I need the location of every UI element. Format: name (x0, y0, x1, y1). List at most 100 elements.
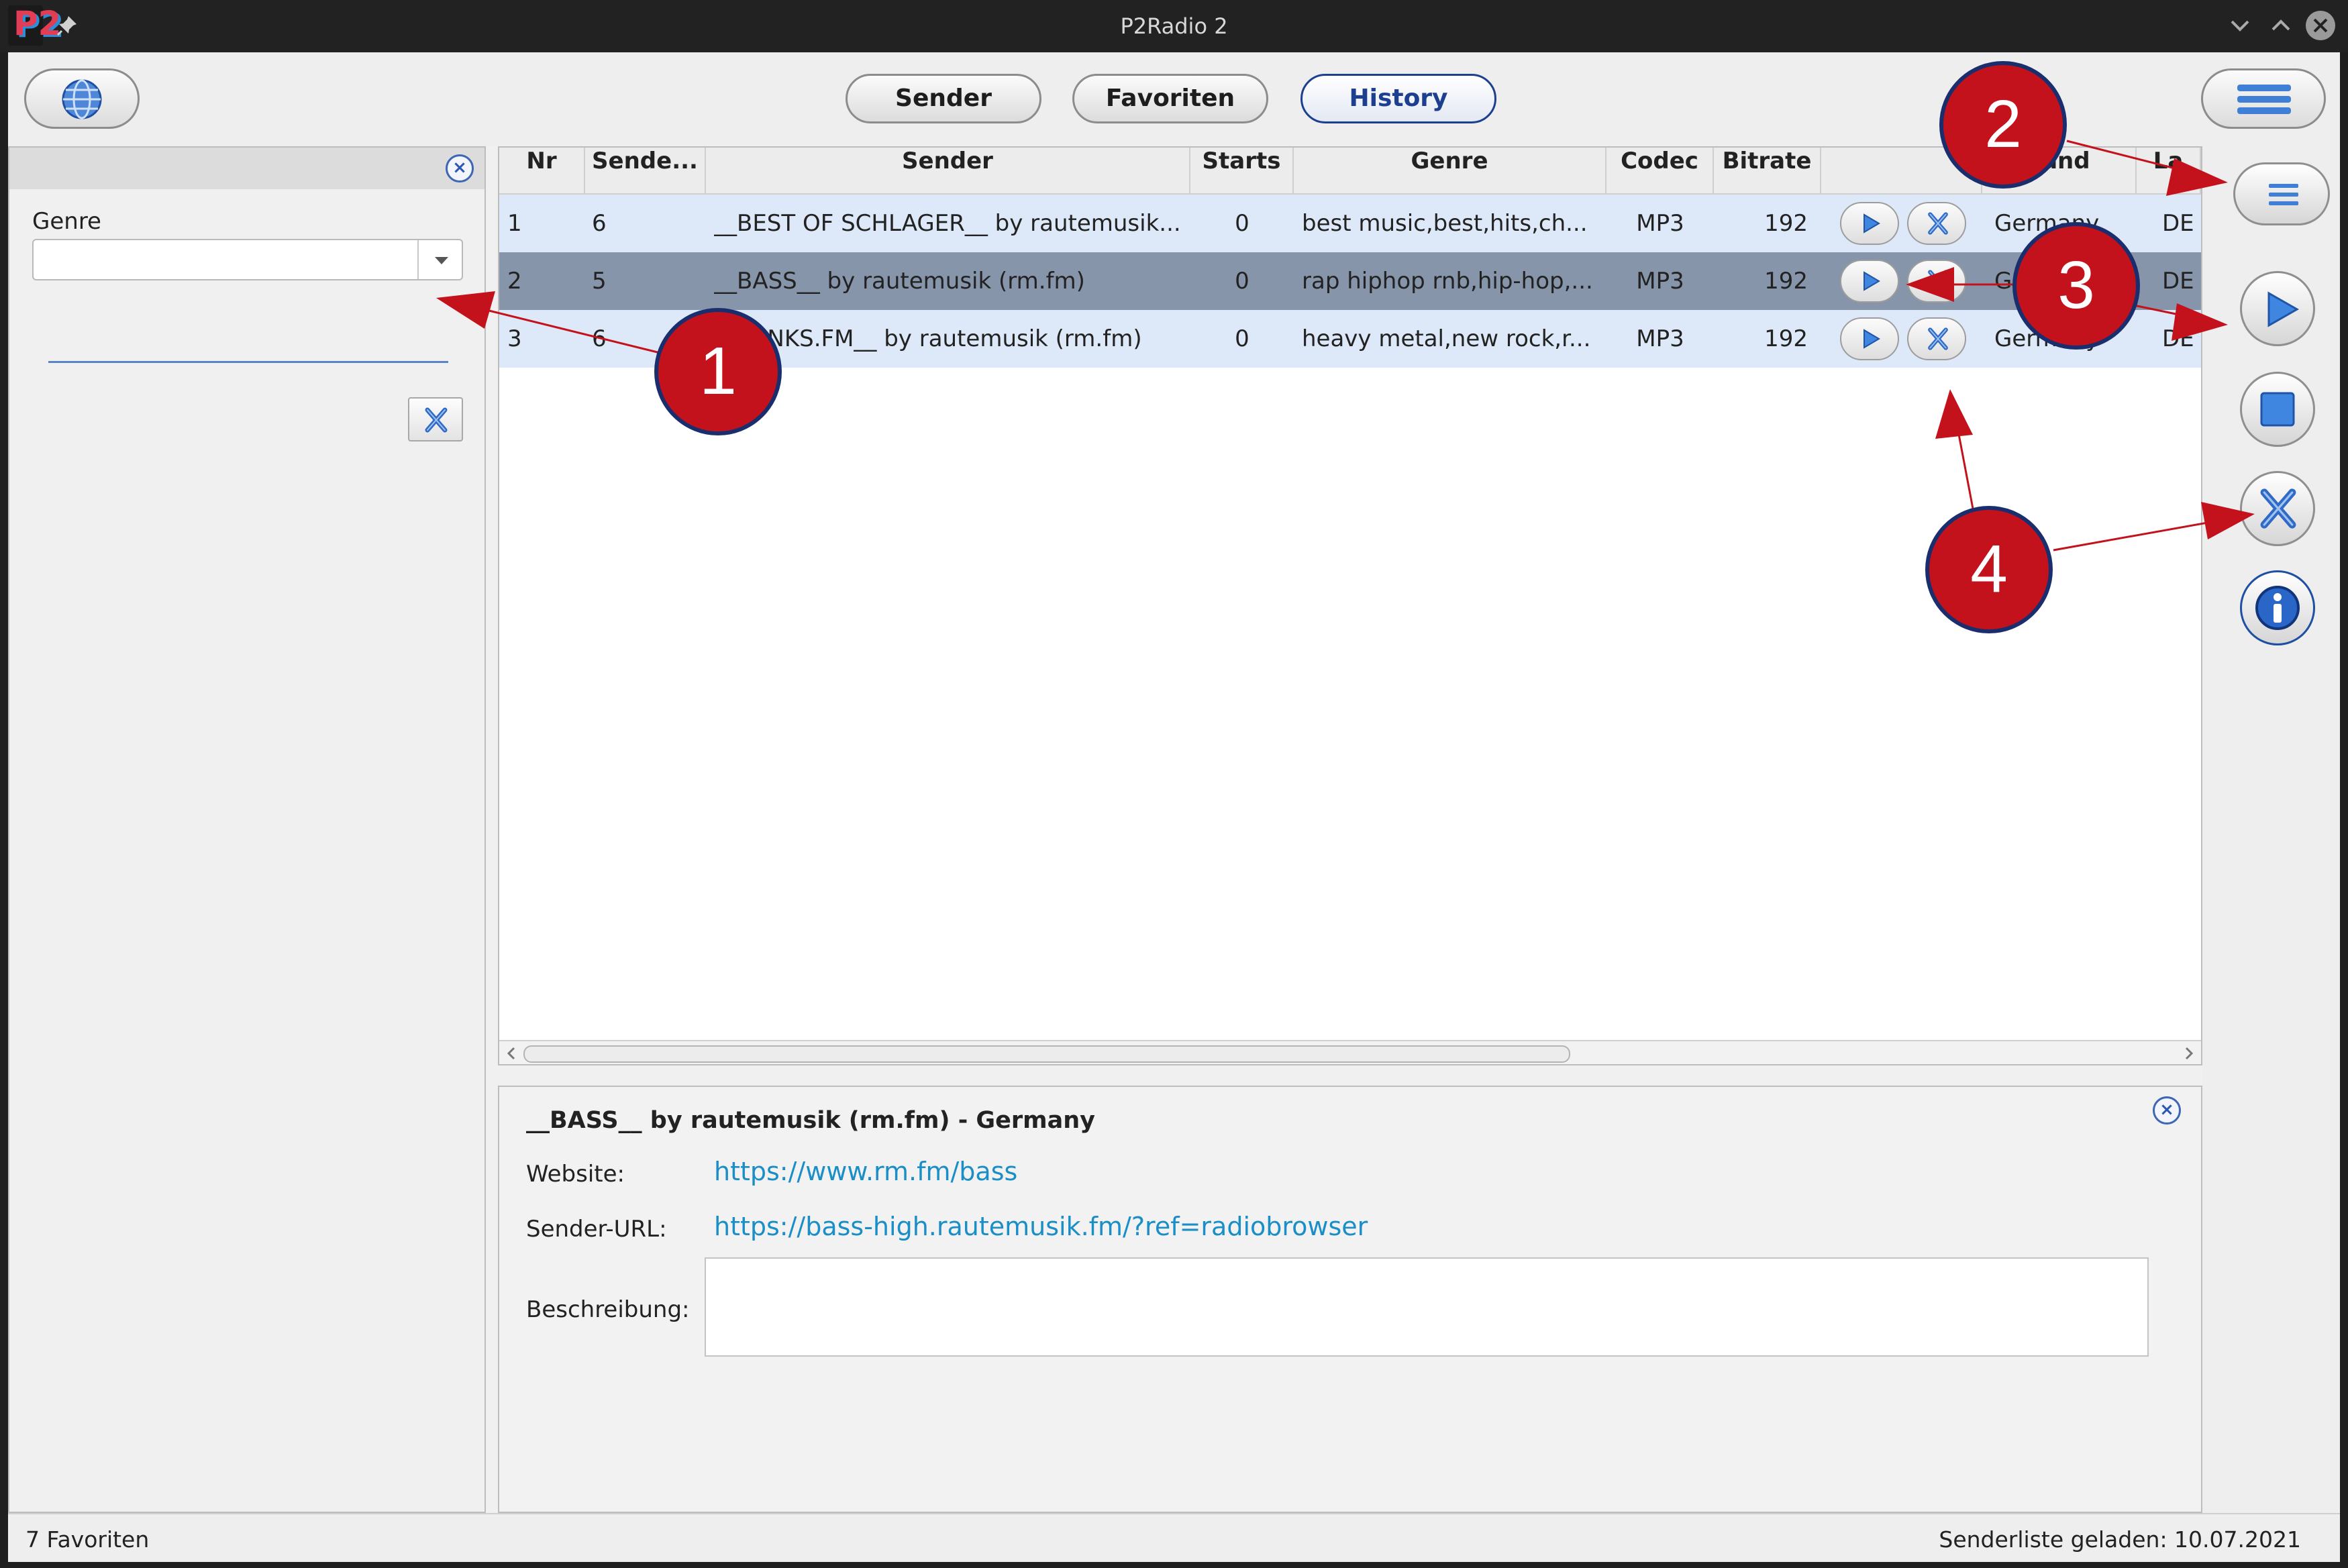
chevron-right-icon[interactable] (2181, 1045, 2197, 1061)
row-delete-button[interactable] (1907, 202, 1966, 245)
web-button[interactable] (24, 68, 140, 129)
cell-codec: MP3 (1636, 268, 1684, 295)
action-sidebar (2202, 146, 2340, 1513)
cell-land: Germany (1994, 325, 2100, 352)
stop-icon (2260, 392, 2295, 427)
title-bar: P2 P2Radio 2 (0, 0, 2348, 52)
table-row[interactable]: 1 6 __BEST OF SCHLAGER__ by rautemusik..… (499, 195, 2201, 252)
cell-starts: 0 (1235, 210, 1249, 237)
chevron-down-icon[interactable] (417, 240, 462, 279)
cell-codec: MP3 (1636, 210, 1684, 237)
column-header-bitrate[interactable]: Bitrate (1714, 148, 1821, 195)
cell-sender: __BASS__ by rautemusik (rm.fm) (714, 268, 1085, 295)
cell-codec: MP3 (1636, 325, 1684, 352)
status-list-loaded: Senderliste geladen: 10.07.2021 (1939, 1526, 2301, 1553)
cell-la: DE (2162, 210, 2194, 237)
description-field[interactable] (705, 1257, 2149, 1357)
website-label: Website: (526, 1161, 625, 1188)
cell-sender: __PUNKS.FM__ by rautemusik (rm.fm) (714, 325, 1142, 352)
panel-menu-button[interactable] (2233, 162, 2330, 225)
stream-url-link[interactable]: https://bass-high.rautemusik.fm/?ref=rad… (714, 1212, 1368, 1241)
cell-starts: 0 (1235, 325, 1249, 352)
filter-slider-track[interactable] (48, 361, 448, 363)
table-header: Nr Sende... Sender Starts Genre Codec Bi… (499, 148, 2201, 195)
cell-bitrate: 192 (1764, 325, 1808, 352)
cell-sende: 6 (592, 210, 607, 237)
cell-nr: 1 (507, 210, 522, 237)
column-header-starts[interactable]: Starts (1190, 148, 1294, 195)
horizontal-scrollbar[interactable] (499, 1040, 2201, 1064)
play-button[interactable] (2240, 271, 2315, 346)
cell-land: Germany (1994, 268, 2100, 295)
website-link[interactable]: https://www.rm.fm/bass (714, 1157, 1017, 1186)
row-delete-button[interactable] (1907, 317, 1966, 360)
status-favorites-count: 7 Favoriten (25, 1526, 150, 1553)
filter-panel: × Genre (8, 146, 486, 1513)
cell-genre: rap hiphop rnb,hip-hop,... (1302, 268, 1593, 295)
tab-favoriten[interactable]: Favoriten (1072, 74, 1268, 123)
row-delete-button[interactable] (1907, 260, 1966, 303)
cell-nr: 3 (507, 325, 522, 352)
hamburger-menu-icon (2237, 85, 2291, 114)
window-title: P2Radio 2 (1120, 13, 1228, 39)
scrollbar-thumb[interactable] (523, 1045, 1570, 1063)
tab-sender[interactable]: Sender (846, 74, 1041, 123)
close-detail-panel-icon[interactable]: × (2153, 1096, 2181, 1125)
delete-x-icon (2260, 488, 2296, 529)
delete-button[interactable] (2240, 471, 2315, 546)
cell-land: Germany (1994, 210, 2100, 237)
stream-url-label: Sender-URL: (526, 1216, 667, 1243)
play-icon (1864, 271, 1880, 291)
column-header-sender[interactable]: Sender (706, 148, 1190, 195)
genre-select[interactable] (32, 239, 463, 280)
stop-button[interactable] (2240, 372, 2315, 447)
genre-label: Genre (32, 208, 101, 235)
description-label: Beschreibung: (526, 1296, 690, 1323)
chevron-left-icon[interactable] (503, 1045, 519, 1061)
play-icon (2267, 291, 2300, 327)
cell-sende: 5 (592, 268, 607, 295)
info-button[interactable] (2240, 570, 2315, 645)
clear-filter-button[interactable] (408, 397, 463, 441)
table-row-selected[interactable]: 2 5 __BASS__ by rautemusik (rm.fm) 0 rap… (499, 252, 2201, 310)
hamburger-menu-icon (2269, 184, 2298, 205)
maximize-icon[interactable] (2263, 8, 2298, 43)
column-header-codec[interactable]: Codec (1606, 148, 1714, 195)
close-icon[interactable] (2303, 8, 2338, 43)
cell-sender: __BEST OF SCHLAGER__ by rautemusik... (714, 210, 1181, 237)
column-header-nr[interactable]: Nr (499, 148, 585, 195)
cell-genre: best music,best,hits,ch... (1302, 210, 1588, 237)
column-header-genre[interactable]: Genre (1294, 148, 1606, 195)
delete-x-icon (1928, 270, 1948, 293)
minimize-icon[interactable] (2223, 8, 2257, 43)
delete-x-icon (425, 407, 448, 433)
cell-genre: heavy metal,new rock,r... (1302, 325, 1591, 352)
row-play-button[interactable] (1840, 317, 1899, 360)
play-icon (1864, 213, 1880, 233)
cell-la: DE (2162, 268, 2194, 295)
cell-sende: 6 (592, 325, 607, 352)
column-header-sende[interactable]: Sende... (585, 148, 706, 195)
delete-x-icon (1928, 212, 1948, 235)
play-icon (1864, 329, 1880, 349)
table-row[interactable]: 3 6 __PUNKS.FM__ by rautemusik (rm.fm) 0… (499, 310, 2201, 368)
info-icon (2255, 586, 2300, 630)
station-table: Nr Sende... Sender Starts Genre Codec Bi… (498, 146, 2202, 1065)
globe-icon (62, 79, 102, 119)
cell-la: DE (2162, 325, 2194, 352)
cell-bitrate: 192 (1764, 268, 1808, 295)
row-play-button[interactable] (1840, 260, 1899, 303)
column-header-la[interactable]: La (2137, 148, 2201, 195)
detail-title: __BASS__ by rautemusik (rm.fm) - Germany (526, 1107, 1095, 1134)
station-detail-panel: × __BASS__ by rautemusik (rm.fm) - Germa… (498, 1086, 2202, 1513)
column-header-actions[interactable] (1821, 148, 1982, 195)
close-filter-panel-icon[interactable]: × (446, 154, 474, 182)
cell-starts: 0 (1235, 268, 1249, 295)
filter-panel-header: × (9, 148, 484, 189)
row-play-button[interactable] (1840, 202, 1899, 245)
tab-history[interactable]: History (1300, 74, 1496, 123)
menu-button[interactable] (2201, 68, 2326, 129)
cell-bitrate: 192 (1764, 210, 1808, 237)
column-header-land[interactable]: Land (1982, 148, 2137, 195)
delete-x-icon (1928, 327, 1948, 350)
